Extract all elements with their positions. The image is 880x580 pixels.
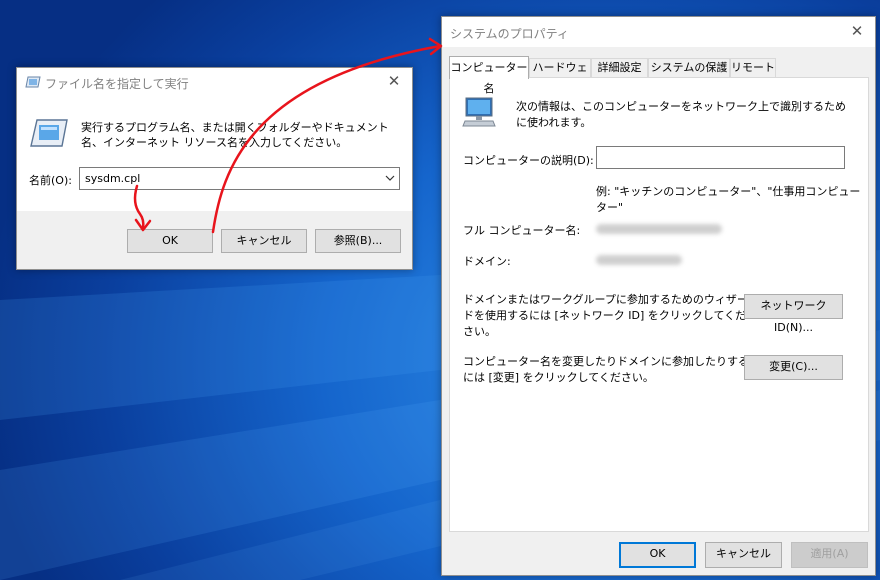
run-browse-button[interactable]: 参照(B)... (315, 229, 401, 253)
description-example: 例: "キッチンのコンピューター"、"仕事用コンピューター" (596, 185, 861, 214)
run-icon (30, 119, 68, 147)
run-cancel-button[interactable]: キャンセル (221, 229, 307, 253)
system-cancel-button[interactable]: キャンセル (705, 542, 782, 568)
system-apply-button[interactable]: 適用(A) (791, 542, 868, 568)
run-dialog-title: ファイル名を指定して実行 (45, 77, 189, 91)
network-id-description: ドメインまたはワークグループに参加するためのウィザードを使用するには [ネットワ… (463, 293, 748, 338)
computer-name-info: 次の情報は、このコンピューターをネットワーク上で識別するために使われます。 (516, 100, 846, 129)
tab-system-protection[interactable]: システムの保護 (648, 58, 730, 78)
rename-description: コンピューター名を変更したりドメインに参加したりするには [変更] をクリックし… (463, 355, 749, 384)
tab-advanced[interactable]: 詳細設定 (591, 58, 648, 78)
computer-description-label: コンピューターの説明(D): (463, 154, 594, 167)
computer-name-panel: 次の情報は、このコンピューターをネットワーク上で識別するために使われます。 コン… (449, 77, 869, 532)
full-computer-name-value (596, 224, 722, 234)
chevron-down-icon[interactable] (385, 174, 395, 182)
network-id-button[interactable]: ネットワーク ID(N)... (744, 294, 843, 334)
system-properties-dialog: システムのプロパティ ✕ コンピューター名 ハードウェア 詳細設定 システムの保… (441, 16, 876, 576)
tab-remote[interactable]: リモート (730, 58, 776, 78)
run-dialog-titlebar[interactable]: ファイル名を指定して実行 ✕ (17, 68, 412, 96)
domain-value (596, 255, 682, 265)
close-icon[interactable]: ✕ (843, 20, 871, 44)
full-computer-name-label: フル コンピューター名: (463, 224, 581, 237)
computer-icon (462, 97, 496, 127)
tab-computer-name[interactable]: コンピューター名 (449, 56, 529, 95)
system-ok-button[interactable]: OK (619, 542, 696, 568)
tab-hardware[interactable]: ハードウェア (529, 58, 591, 92)
computer-description-input[interactable] (596, 146, 845, 169)
run-ok-button[interactable]: OK (127, 229, 213, 253)
domain-label: ドメイン: (463, 255, 511, 268)
run-dialog: ファイル名を指定して実行 ✕ 実行するプログラム名、または開くフォルダーやドキュ… (16, 67, 413, 270)
run-dialog-footer: OK キャンセル 参照(B)... (17, 211, 412, 269)
close-icon[interactable]: ✕ (380, 70, 408, 94)
run-command-input[interactable]: sysdm.cpl (79, 167, 400, 190)
run-icon (25, 76, 41, 88)
system-properties-titlebar[interactable]: システムのプロパティ ✕ (442, 17, 875, 47)
arrow-to-system-properties-head (428, 37, 443, 56)
system-properties-title: システムのプロパティ (450, 27, 569, 41)
run-description: 実行するプログラム名、または開くフォルダーやドキュメント名、インターネット リソ… (81, 121, 389, 149)
name-label: 名前(O): (29, 174, 72, 187)
run-command-value: sysdm.cpl (85, 172, 141, 185)
change-button[interactable]: 変更(C)... (744, 355, 843, 380)
